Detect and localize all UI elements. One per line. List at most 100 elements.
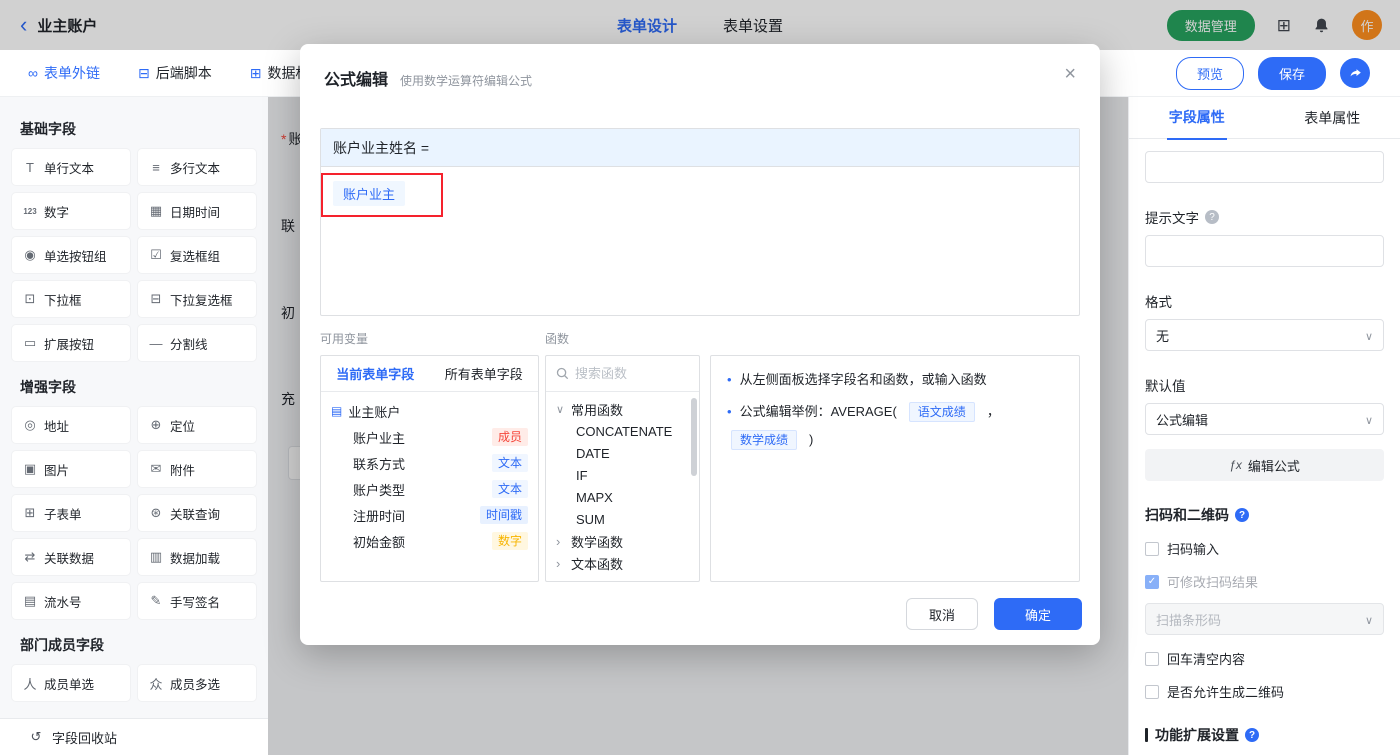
preview-button[interactable]: 预览	[1175, 56, 1244, 90]
palette-item-divider[interactable]: — 分割线	[138, 325, 256, 361]
palette-item-data-load[interactable]: ▥ 数据加载	[138, 539, 256, 575]
chevron-down-icon	[1365, 328, 1373, 343]
hint-text-input[interactable]	[1145, 235, 1384, 267]
confirm-button[interactable]: 确定	[994, 598, 1082, 630]
toolbar-link-backend-script[interactable]: ⊟ 后端脚本	[138, 63, 212, 83]
default-value-select[interactable]: 公式编辑	[1145, 403, 1384, 435]
search-icon	[556, 367, 569, 380]
toolbar-links: ∞ 表单外链 ⊟ 后端脚本 ⊞ 数据权限	[0, 63, 323, 83]
image-icon: ▣	[23, 461, 37, 476]
address-icon: ◎	[24, 417, 36, 432]
variable-field-row[interactable]: 联系方式 文本	[331, 450, 528, 476]
checkbox-icon[interactable]	[1145, 651, 1159, 666]
field-recycle-bin[interactable]: ↺ 字段回收站	[0, 718, 268, 755]
extension-section-title: 功能扩展设置	[1145, 725, 1384, 745]
member-single-icon: 人	[23, 676, 37, 692]
scan-section-title: 扫码和二维码	[1145, 505, 1384, 525]
palette-item-signature[interactable]: ✎ 手写签名	[138, 583, 256, 619]
formula-input-area[interactable]: 账户业主	[321, 167, 1079, 315]
field-title-input[interactable]	[1145, 151, 1384, 183]
function-item[interactable]: IF	[556, 464, 689, 486]
palette-section-title: 部门成员字段	[20, 637, 104, 653]
function-group-text[interactable]: 文本函数	[556, 552, 689, 574]
palette-item-datetime[interactable]: ▦ 日期时间	[138, 193, 256, 229]
tab-all-form-fields[interactable]: 所有表单字段	[430, 356, 539, 391]
checkbox-enter-clear[interactable]: 回车清空内容	[1145, 649, 1384, 668]
variables-panel: 当前表单字段 所有表单字段 ▤ 业主账户 账户业主 成员 联系方式 文本 账户类…	[320, 355, 539, 582]
palette-item-subform[interactable]: ⊞ 子表单	[12, 495, 130, 531]
dropdown-icon: ⊡	[24, 291, 36, 306]
multi-dropdown-icon: ⊟	[150, 291, 162, 306]
modal-overlay-header	[0, 0, 1400, 50]
palette-section-title: 增强字段	[20, 379, 76, 395]
example-field-chip: 语文成绩	[908, 402, 975, 422]
scrollbar-thumb[interactable]	[691, 398, 697, 476]
function-group-math[interactable]: 数学函数	[556, 530, 689, 552]
palette-item-serial-number[interactable]: ▤ 流水号	[12, 583, 130, 619]
checkbox-icon[interactable]	[1145, 684, 1159, 699]
function-search-input[interactable]	[575, 366, 685, 381]
function-search[interactable]	[546, 356, 699, 392]
linked-query-icon: ⊛	[150, 505, 162, 520]
share-icon[interactable]	[1340, 58, 1370, 88]
properties-panel: 字段属性 表单属性 提示文字 格式 无 默认值 公式编辑 ƒx 编辑公式 扫码和…	[1128, 97, 1400, 755]
format-select[interactable]: 无	[1145, 319, 1384, 351]
function-item[interactable]: SUM	[556, 508, 689, 530]
form-node[interactable]: ▤ 业主账户	[331, 398, 528, 424]
tab-form-properties[interactable]: 表单属性	[1265, 97, 1400, 138]
recycle-bin-icon: ↺	[30, 729, 42, 744]
variable-field-row[interactable]: 注册时间 时间戳	[331, 502, 528, 528]
toolbar-actions: 预览 保存	[1175, 56, 1400, 90]
linked-data-icon: ⇄	[24, 549, 36, 564]
form-icon: ▤	[331, 404, 343, 418]
extend-button-icon: ▭	[23, 335, 37, 350]
datetime-icon: ▦	[149, 203, 163, 218]
palette-item-member-multi[interactable]: 众成员多选	[138, 665, 256, 701]
format-label: 格式	[1145, 295, 1172, 310]
help-icon[interactable]	[1205, 210, 1219, 224]
edit-formula-button[interactable]: ƒx 编辑公式	[1145, 449, 1384, 481]
palette-item-location[interactable]: ⊕ 定位	[138, 407, 256, 443]
help-icon[interactable]	[1235, 508, 1249, 522]
tab-current-form-fields[interactable]: 当前表单字段	[321, 356, 430, 391]
palette-item-attachment[interactable]: ✉ 附件	[138, 451, 256, 487]
palette-item-checkbox-group[interactable]: ☑ 复选框组	[138, 237, 256, 273]
toolbar-link-external-link[interactable]: ∞ 表单外链	[28, 63, 100, 83]
help-text: 从左侧面板选择字段名和函数，或输入函数	[739, 372, 987, 387]
save-button[interactable]: 保存	[1257, 56, 1326, 90]
palette-item-linked-query[interactable]: ⊛ 关联查询	[138, 495, 256, 531]
default-value-label: 默认值	[1145, 379, 1186, 394]
close-icon[interactable]: ×	[1064, 64, 1076, 84]
formula-editor: 账户业主姓名 = 账户业主	[320, 128, 1080, 316]
formula-field-chip[interactable]: 账户业主	[333, 181, 406, 206]
palette-item-radio-group[interactable]: ◉ 单选按钮组	[12, 237, 130, 273]
palette-item-image[interactable]: ▣ 图片	[12, 451, 130, 487]
palette-item-linked-data[interactable]: ⇄ 关联数据	[12, 539, 130, 575]
palette-item-extend-button[interactable]: ▭ 扩展按钮	[12, 325, 130, 361]
palette-item-single-line-text[interactable]: T 单行文本	[12, 149, 130, 185]
function-item[interactable]: MAPX	[556, 486, 689, 508]
tab-field-properties[interactable]: 字段属性	[1129, 97, 1265, 140]
variable-field-row[interactable]: 初始金额 数字	[331, 528, 528, 554]
palette-item-multi-line-text[interactable]: ≡ 多行文本	[138, 149, 256, 185]
palette-item-number[interactable]: 123 数字	[12, 193, 130, 229]
help-icon[interactable]	[1245, 728, 1259, 742]
chevron-down-icon	[1365, 612, 1373, 627]
barcode-select: 扫描条形码	[1145, 603, 1384, 635]
function-group-common[interactable]: 常用函数	[556, 398, 689, 420]
cancel-button[interactable]: 取消	[906, 598, 978, 630]
checkbox-scan-input[interactable]: 扫码输入	[1145, 539, 1384, 558]
palette-item-dropdown[interactable]: ⊡ 下拉框	[12, 281, 130, 317]
palette-item-address[interactable]: ◎ 地址	[12, 407, 130, 443]
checkbox-icon[interactable]	[1145, 541, 1159, 556]
variable-field-row[interactable]: 账户类型 文本	[331, 476, 528, 502]
palette-item-multi-dropdown[interactable]: ⊟ 下拉复选框	[138, 281, 256, 317]
function-item[interactable]: DATE	[556, 442, 689, 464]
formula-target-label: 账户业主姓名 =	[321, 129, 1079, 167]
palette-section-title: 基础字段	[20, 121, 76, 137]
function-item[interactable]: CONCATENATE	[556, 420, 689, 442]
variable-field-row[interactable]: 账户业主 成员	[331, 424, 528, 450]
checkbox-allow-qrcode[interactable]: 是否允许生成二维码	[1145, 682, 1384, 701]
palette-item-member-single[interactable]: 人成员单选	[12, 665, 130, 701]
attachment-icon: ✉	[150, 461, 162, 476]
